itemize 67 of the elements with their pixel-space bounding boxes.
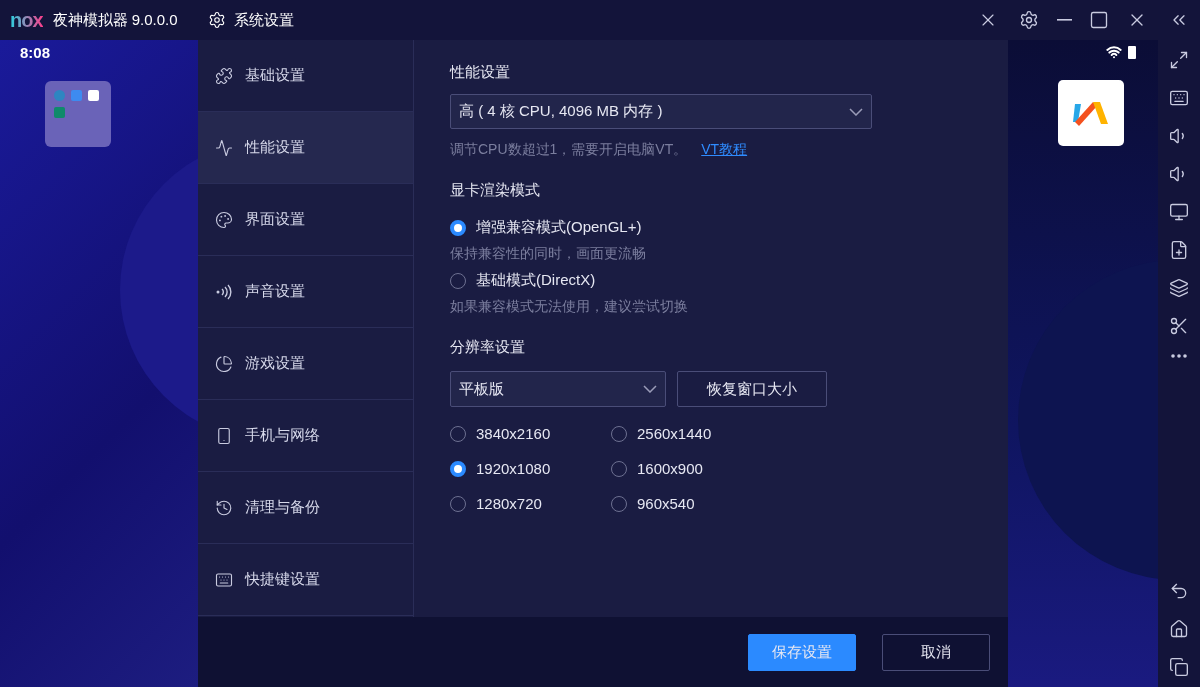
- maximize-button[interactable]: [1089, 10, 1110, 30]
- app-title: 夜神模拟器 9.0.0.0: [52, 10, 178, 30]
- radio-option[interactable]: 增强兼容模式(OpenGL+): [450, 218, 972, 237]
- app-tile[interactable]: [1058, 80, 1124, 146]
- monitor-button[interactable]: [1169, 202, 1189, 222]
- sidebar-item[interactable]: 性能设置: [198, 112, 413, 184]
- performance-select[interactable]: 高 ( 4 核 CPU, 4096 MB 内存 ): [450, 94, 872, 129]
- tutorial-link[interactable]: VT教程: [701, 141, 748, 159]
- settings-icon: [208, 11, 226, 29]
- resolution-option[interactable]: 3840x2160: [450, 425, 611, 442]
- settings-icon: [1018, 10, 1039, 30]
- palette-icon: [215, 210, 233, 229]
- maximize-icon: [1089, 10, 1110, 30]
- section-heading: 显卡渲染模式: [450, 181, 541, 200]
- wifi-icon: [1106, 44, 1122, 60]
- pie-chart-icon: [215, 354, 233, 373]
- history-icon: [215, 498, 233, 517]
- battery-icon: [1128, 45, 1136, 59]
- scissors-button[interactable]: [1169, 316, 1189, 336]
- minimize-icon: [1056, 19, 1072, 21]
- app-folder[interactable]: [45, 81, 111, 147]
- chevron-down-icon: [849, 107, 863, 116]
- resolution-option[interactable]: 1280x720: [450, 495, 611, 512]
- resolution-option[interactable]: 2560x1440: [611, 425, 772, 442]
- resolution-select[interactable]: 平板版: [450, 371, 666, 407]
- add-apk-button[interactable]: [1169, 240, 1189, 260]
- sound-waves-icon: [215, 282, 233, 301]
- resolution-option[interactable]: 1600x900: [611, 460, 772, 477]
- radio-button[interactable]: [450, 219, 466, 236]
- section-heading: 性能设置: [450, 63, 511, 82]
- pulse-icon: [215, 138, 233, 157]
- home-icon: [1169, 619, 1189, 639]
- puzzle-icon: [215, 66, 233, 85]
- keyboard-icon: [1169, 88, 1189, 108]
- fullscreen-button[interactable]: [1169, 50, 1189, 70]
- section-heading: 分辨率设置: [450, 338, 526, 357]
- multi-instance-button[interactable]: [1169, 278, 1189, 298]
- chevron-down-icon: [643, 385, 657, 393]
- option-description: 如果兼容模式无法使用，建议尝试切换: [450, 298, 689, 316]
- more-button[interactable]: [1171, 354, 1187, 358]
- recent-apps-icon: [1169, 657, 1189, 677]
- radio-button[interactable]: [450, 460, 466, 477]
- back-icon: [1169, 581, 1189, 601]
- add-apk-icon: [1169, 240, 1189, 260]
- radio-option[interactable]: 基础模式(DirectX): [450, 271, 972, 290]
- keyboard-icon: [215, 570, 233, 589]
- restore-size-button[interactable]: 恢复窗口大小: [677, 371, 827, 407]
- smartphone-icon: [215, 426, 233, 445]
- keyboard-button[interactable]: [1169, 88, 1189, 108]
- multi-instance-icon: [1169, 278, 1189, 298]
- monitor-icon: [1169, 202, 1189, 222]
- more-icon: [1171, 354, 1187, 358]
- cancel-button[interactable]: 取消: [882, 633, 990, 671]
- fullscreen-icon: [1169, 50, 1189, 70]
- hint-text: 调节CPU数超过1，需要开启电脑VT。: [450, 141, 688, 159]
- minimize-button[interactable]: [1056, 19, 1072, 21]
- resolution-option[interactable]: 1920x1080: [450, 460, 611, 477]
- recent-apps-button[interactable]: [1169, 657, 1189, 677]
- settings-button[interactable]: [1018, 10, 1039, 30]
- home-button[interactable]: [1169, 619, 1189, 639]
- option-description: 保持兼容性的同时，画面更流畅: [450, 245, 647, 263]
- resolution-option[interactable]: 960x540: [611, 495, 772, 512]
- back-button[interactable]: [1169, 581, 1189, 601]
- clock-time: 8:08: [20, 44, 51, 61]
- scissors-icon: [1169, 316, 1189, 336]
- dialog-title: 系统设置: [234, 10, 295, 30]
- app-icon: [88, 90, 99, 101]
